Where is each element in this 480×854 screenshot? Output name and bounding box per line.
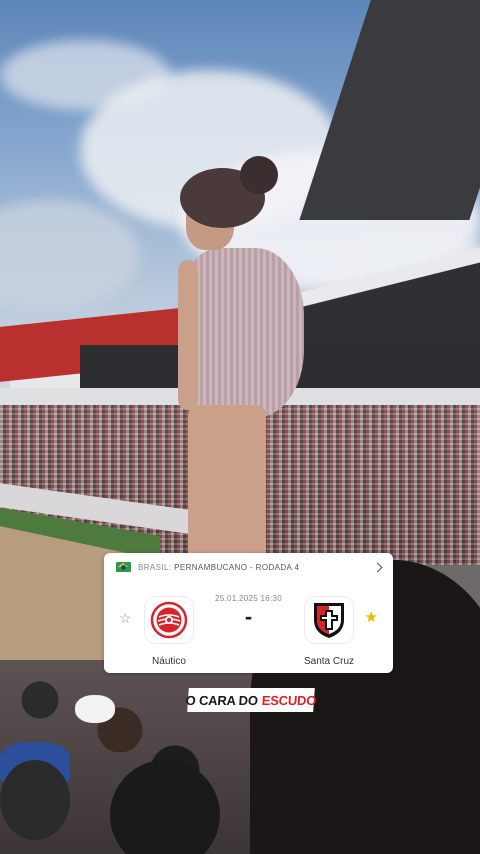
child-legs [188,405,266,565]
brazil-flag-icon [116,562,131,572]
child-arm [178,260,198,410]
competition-label: BRASIL: PERNAMBUCANO - RODADA 4 [138,563,299,572]
video-caption: O CARA DO ESCUDO [185,688,317,712]
chevron-right-icon[interactable] [372,562,383,572]
home-team-name[interactable]: Náutico [119,656,219,667]
santa-cruz-crest-icon [314,603,344,638]
caption-text: O CARA DO [185,692,259,708]
away-team-crest[interactable] [305,597,353,643]
country-label: BRASIL: [138,562,172,572]
fan-head [0,760,70,840]
competition-round: PERNAMBUCANO - RODADA 4 [174,562,300,572]
match-card[interactable]: BRASIL: PERNAMBUCANO - RODADA 4 25.01.20… [104,553,393,673]
caption-highlight: ESCUDO [261,692,317,708]
stadium-photo [0,0,480,854]
child-hair-bun [240,156,278,194]
card-header[interactable]: BRASIL: PERNAMBUCANO - RODADA 4 [116,560,383,574]
star-filled-icon[interactable]: ★ [365,610,378,625]
fan-cap [75,695,115,723]
child-dress [182,248,304,418]
away-team-name[interactable]: Santa Cruz [279,656,379,667]
